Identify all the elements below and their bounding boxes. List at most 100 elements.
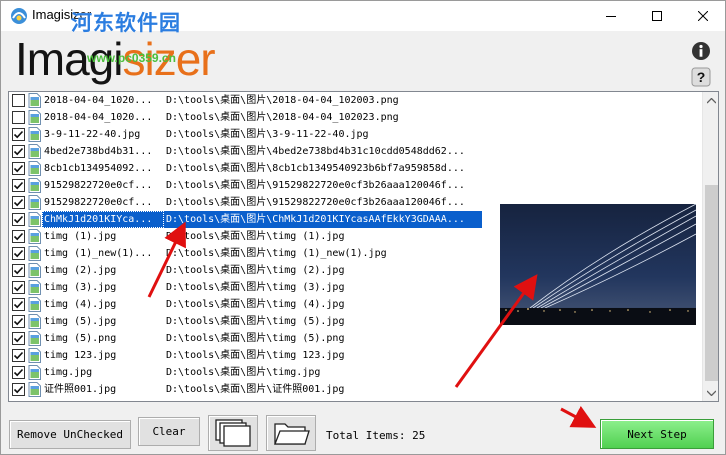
- file-row[interactable]: timg (1)_new(1)... D:\tools\桌面\图片\timg (1…: [9, 245, 487, 262]
- file-checkbox[interactable]: [12, 349, 25, 362]
- file-checkbox[interactable]: [12, 162, 25, 175]
- file-name: timg (4).jpg: [44, 299, 117, 310]
- file-checkbox[interactable]: [12, 230, 25, 243]
- file-checkbox[interactable]: [12, 366, 25, 379]
- minimize-button[interactable]: [588, 1, 634, 31]
- file-name: timg (2).jpg: [44, 265, 117, 276]
- info-icon[interactable]: [691, 41, 711, 61]
- file-row[interactable]: ChMkJ1d201KIYca... D:\tools\桌面\图片\ChMkJ1d…: [9, 211, 487, 228]
- file-checkbox[interactable]: [12, 383, 25, 396]
- scroll-thumb[interactable]: [705, 185, 718, 381]
- file-row[interactable]: 91529822720e0cf... D:\tools\桌面\图片\9152982…: [9, 194, 487, 211]
- checkmark-icon: [13, 385, 24, 394]
- file-name: timg (5).png: [44, 333, 117, 344]
- help-icon[interactable]: ?: [691, 67, 711, 87]
- file-row[interactable]: timg (4).jpg D:\tools\桌面\图片\timg (4).jpg: [9, 296, 487, 313]
- file-path: D:\tools\桌面\图片\8cb1cb1349540923b6bf7a959…: [166, 163, 465, 174]
- file-checkbox[interactable]: [12, 179, 25, 192]
- file-path: D:\tools\桌面\图片\91529822720e0cf3b26aaa120…: [166, 197, 465, 208]
- image-file-icon: [28, 263, 41, 278]
- maximize-button[interactable]: [634, 1, 680, 31]
- checkmark-icon: [13, 130, 24, 139]
- file-checkbox[interactable]: [12, 247, 25, 260]
- vertical-scrollbar[interactable]: [702, 92, 718, 401]
- checkmark-icon: [13, 283, 24, 292]
- image-file-icon: [28, 212, 41, 227]
- file-row[interactable]: timg (5).png D:\tools\桌面\图片\timg (5).png: [9, 330, 487, 347]
- checkmark-icon: [13, 198, 24, 207]
- clear-button[interactable]: Clear: [138, 417, 200, 446]
- checkmark-icon: [13, 300, 24, 309]
- checkmark-icon: [13, 266, 24, 275]
- file-row[interactable]: 8cb1cb134954092... D:\tools\桌面\图片\8cb1cb1…: [9, 160, 487, 177]
- file-row[interactable]: timg.jpg D:\tools\桌面\图片\timg.jpg: [9, 364, 487, 381]
- checkmark-icon: [13, 147, 24, 156]
- file-row[interactable]: 3-9-11-22-40.jpg D:\tools\桌面\图片\3-9-11-22…: [9, 126, 487, 143]
- file-checkbox[interactable]: [12, 196, 25, 209]
- file-path: D:\tools\桌面\图片\timg (3).jpg: [166, 282, 345, 293]
- file-checkbox[interactable]: [12, 128, 25, 141]
- file-row[interactable]: timg (5).jpg D:\tools\桌面\图片\timg (5).jpg: [9, 313, 487, 330]
- chevron-up-icon: [707, 97, 716, 103]
- image-file-icon: [28, 365, 41, 380]
- file-checkbox[interactable]: [12, 145, 25, 158]
- file-path: D:\tools\桌面\图片\2018-04-04_102003.png: [166, 95, 399, 106]
- checkmark-icon: [13, 164, 24, 173]
- image-file-icon: [28, 93, 41, 108]
- file-row[interactable]: 4bed2e738bd4b31... D:\tools\桌面\图片\4bed2e7…: [9, 143, 487, 160]
- file-checkbox[interactable]: [12, 281, 25, 294]
- file-row[interactable]: 2018-04-04_1020... D:\tools\桌面\图片\2018-04…: [9, 92, 487, 109]
- app-window: Imagisizer 河东软件园 Imagisizer www.pc0359.c…: [0, 0, 726, 455]
- file-name: timg.jpg: [44, 367, 93, 378]
- file-row[interactable]: timg (1).jpg D:\tools\桌面\图片\timg (1).jpg: [9, 228, 487, 245]
- file-list-panel[interactable]: 2018-04-04_1020... D:\tools\桌面\图片\2018-04…: [8, 91, 719, 402]
- file-name: 91529822720e0cf...: [44, 197, 153, 208]
- title-bar: Imagisizer 河东软件园: [1, 1, 726, 35]
- checkmark-icon: [13, 317, 24, 326]
- file-checkbox[interactable]: [12, 111, 25, 124]
- scroll-down-button[interactable]: [703, 384, 718, 401]
- image-file-icon: [28, 178, 41, 193]
- file-checkbox[interactable]: [12, 332, 25, 345]
- file-path: D:\tools\桌面\图片\timg (2).jpg: [166, 265, 345, 276]
- add-files-button[interactable]: [208, 415, 258, 451]
- add-folder-button[interactable]: [266, 415, 316, 451]
- checkmark-icon: [13, 249, 24, 258]
- file-name: timg (5).jpg: [44, 316, 117, 327]
- file-row[interactable]: 91529822720e0cf... D:\tools\桌面\图片\9152982…: [9, 177, 487, 194]
- file-path: D:\tools\桌面\图片\timg (1).jpg: [166, 231, 345, 242]
- file-checkbox[interactable]: [12, 264, 25, 277]
- next-step-button[interactable]: Next Step: [600, 419, 714, 449]
- image-file-icon: [28, 110, 41, 125]
- file-path: D:\tools\桌面\图片\timg (5).png: [166, 333, 345, 344]
- image-file-icon: [28, 144, 41, 159]
- file-path: D:\tools\桌面\图片\2018-04-04_102023.png: [166, 112, 399, 123]
- file-path: D:\tools\桌面\图片\timg 123.jpg: [166, 350, 345, 361]
- image-file-icon: [28, 382, 41, 397]
- file-name: 3-9-11-22-40.jpg: [44, 129, 141, 140]
- scroll-up-button[interactable]: [703, 92, 718, 109]
- file-name: 91529822720e0cf...: [44, 180, 153, 191]
- app-icon: [11, 8, 27, 24]
- layers-icon: [215, 419, 251, 447]
- file-name: 证件照001.jpg: [44, 384, 117, 395]
- file-row[interactable]: timg (3).jpg D:\tools\桌面\图片\timg (3).jpg: [9, 279, 487, 296]
- maximize-icon: [652, 11, 662, 21]
- file-row[interactable]: 证件照001.jpg D:\tools\桌面\图片\证件照001.jpg: [9, 381, 487, 398]
- file-name: timg (1).jpg: [44, 231, 117, 242]
- remove-unchecked-button[interactable]: Remove UnChecked: [9, 420, 131, 449]
- file-checkbox[interactable]: [12, 315, 25, 328]
- file-checkbox[interactable]: [12, 213, 25, 226]
- image-file-icon: [28, 161, 41, 176]
- file-row[interactable]: timg (2).jpg D:\tools\桌面\图片\timg (2).jpg: [9, 262, 487, 279]
- file-checkbox[interactable]: [12, 298, 25, 311]
- close-button[interactable]: [680, 1, 726, 31]
- file-row[interactable]: timg 123.jpg D:\tools\桌面\图片\timg 123.jpg: [9, 347, 487, 364]
- file-name: timg (1)_new(1)...: [44, 248, 153, 259]
- file-row[interactable]: 2018-04-04_1020... D:\tools\桌面\图片\2018-04…: [9, 109, 487, 126]
- chevron-down-icon: [707, 390, 716, 396]
- checkmark-icon: [13, 232, 24, 241]
- file-checkbox[interactable]: [12, 94, 25, 107]
- image-file-icon: [28, 280, 41, 295]
- file-path: D:\tools\桌面\图片\4bed2e738bd4b31c10cdd0548…: [166, 146, 465, 157]
